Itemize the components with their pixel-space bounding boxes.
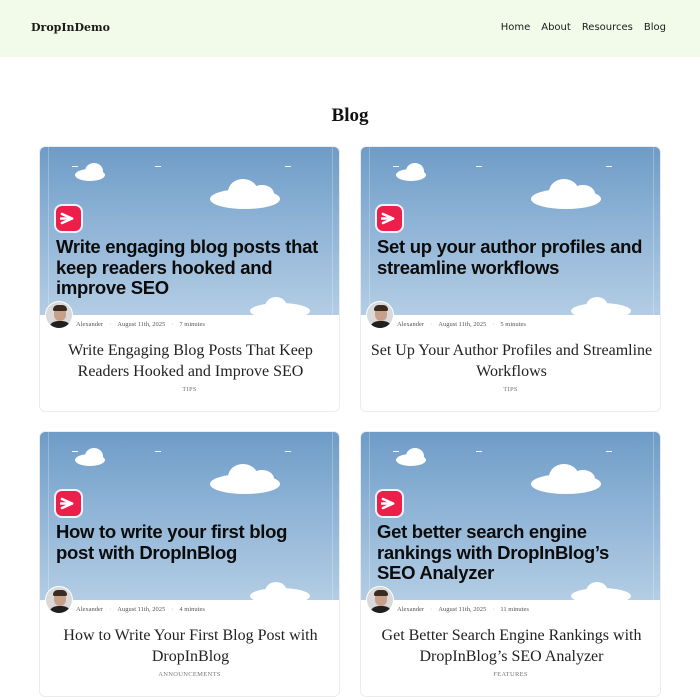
nav-resources-link[interactable]: Resources <box>582 22 633 33</box>
post-date: August 11th, 2025 <box>117 606 166 613</box>
card-hero-image: Set up your author profiles and streamli… <box>361 147 660 315</box>
author-avatar <box>366 586 394 614</box>
site-brand[interactable]: DropInDemo <box>31 21 110 34</box>
blog-card[interactable]: Set up your author profiles and streamli… <box>360 146 661 412</box>
card-hero-image: How to write your first blog post with D… <box>40 432 339 600</box>
post-title-link[interactable]: Set Up Your Author Profiles and Streamli… <box>369 340 654 382</box>
meta-separator: · <box>171 321 174 328</box>
post-category-link[interactable]: TIPS <box>40 386 339 393</box>
post-read-time: 11 minutes <box>500 606 529 613</box>
post-date: August 11th, 2025 <box>438 606 487 613</box>
site-header: DropInDemo Home About Resources Blog <box>0 0 700 57</box>
card-hero-headline: How to write your first blog post with D… <box>56 521 288 563</box>
meta-separator: · <box>492 606 495 613</box>
meta-separator: · <box>171 606 174 613</box>
meta-separator: · <box>109 321 112 328</box>
card-hero-image: Get better search engine rankings with D… <box>361 432 660 600</box>
post-author[interactable]: Alexander <box>76 606 103 613</box>
dropinblog-logo-icon <box>377 206 402 231</box>
post-meta: Alexander · August 11th, 2025 · 7 minutes <box>76 321 205 328</box>
post-meta: Alexander · August 11th, 2025 · 11 minutes <box>397 606 529 613</box>
author-avatar <box>45 586 73 614</box>
card-hero-image: Write engaging blog posts that keep read… <box>40 147 339 315</box>
meta-separator: · <box>492 321 495 328</box>
post-read-time: 7 minutes <box>179 321 205 328</box>
post-category-link[interactable]: FEATURES <box>361 671 660 678</box>
post-category-link[interactable]: TIPS <box>361 386 660 393</box>
author-avatar <box>45 301 73 329</box>
post-title-link[interactable]: Get Better Search Engine Rankings with D… <box>369 625 654 667</box>
post-title-link[interactable]: Write Engaging Blog Posts That Keep Read… <box>48 340 333 382</box>
nav-about-link[interactable]: About <box>541 22 571 33</box>
nav-home-link[interactable]: Home <box>501 22 531 33</box>
post-author[interactable]: Alexander <box>397 321 424 328</box>
meta-separator: · <box>430 606 433 613</box>
post-meta: Alexander · August 11th, 2025 · 4 minutes <box>76 606 205 613</box>
meta-separator: · <box>430 321 433 328</box>
post-meta: Alexander · August 11th, 2025 · 5 minutes <box>397 321 526 328</box>
post-date: August 11th, 2025 <box>438 321 487 328</box>
post-title-link[interactable]: How to Write Your First Blog Post with D… <box>48 625 333 667</box>
post-read-time: 4 minutes <box>179 606 205 613</box>
card-hero-headline: Write engaging blog posts that keep read… <box>56 236 318 298</box>
post-date: August 11th, 2025 <box>117 321 166 328</box>
post-author[interactable]: Alexander <box>397 606 424 613</box>
card-hero-headline: Get better search engine rankings with D… <box>377 521 610 583</box>
dropinblog-logo-icon <box>377 491 402 516</box>
dropinblog-logo-icon <box>56 491 81 516</box>
dropinblog-logo-icon <box>56 206 81 231</box>
blog-card[interactable]: Write engaging blog posts that keep read… <box>39 146 340 412</box>
nav-blog-link[interactable]: Blog <box>644 22 666 33</box>
blog-card[interactable]: How to write your first blog post with D… <box>39 431 340 697</box>
post-author[interactable]: Alexander <box>76 321 103 328</box>
blog-card[interactable]: Get better search engine rankings with D… <box>360 431 661 697</box>
card-hero-headline: Set up your author profiles and streamli… <box>377 236 643 278</box>
author-avatar <box>366 301 394 329</box>
main-nav: Home About Resources Blog <box>501 22 666 33</box>
post-category-link[interactable]: ANNOUNCEMENTS <box>40 671 339 678</box>
meta-separator: · <box>109 606 112 613</box>
page-title: Blog <box>331 105 369 126</box>
post-read-time: 5 minutes <box>500 321 526 328</box>
